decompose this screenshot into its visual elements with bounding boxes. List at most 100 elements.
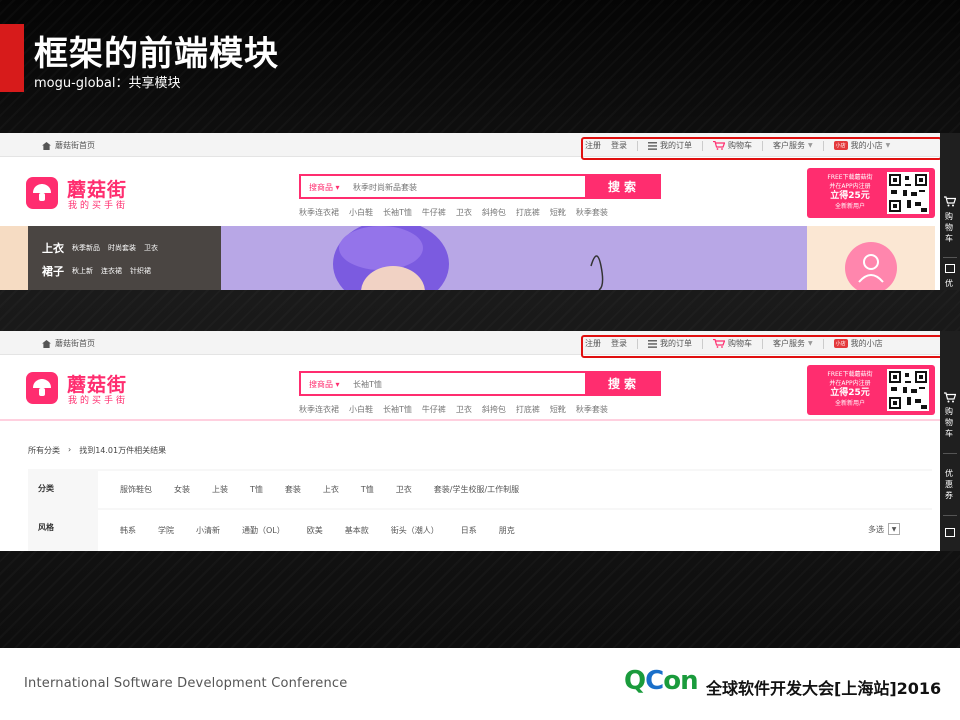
category-row[interactable]: 裙子 秋上新 连衣裙 针织裙 [42, 263, 151, 279]
filter-option[interactable]: 卫衣 [396, 484, 412, 495]
chevron-down-icon: ▼ [888, 523, 900, 535]
filter-option[interactable]: 女装 [174, 484, 190, 495]
search-button[interactable]: 搜索 [587, 174, 661, 199]
hot-word-link[interactable]: 短靴 [550, 404, 566, 415]
cart-icon[interactable] [944, 392, 956, 403]
hot-word-link[interactable]: 秋季连衣裙 [299, 404, 339, 415]
search-category-label: 搜商品 [309, 380, 333, 389]
filter-option[interactable]: 街头（潮人） [391, 525, 439, 536]
multi-select-button[interactable]: 多选 ▼ [868, 523, 900, 535]
hot-word-link[interactable]: 小白鞋 [349, 207, 373, 218]
hot-word-link[interactable]: 打底裤 [516, 207, 540, 218]
filter-option[interactable]: 日系 [461, 525, 477, 536]
filter-option[interactable]: 小清新 [196, 525, 220, 536]
qr-code-icon [887, 172, 929, 214]
home-link-label: 蘑菇街首页 [55, 141, 95, 150]
promo-line-1: FREE下载蘑菇街 [827, 371, 873, 378]
conference-name-en: International Software Development Confe… [24, 676, 348, 691]
filter-option[interactable]: T恤 [250, 484, 263, 495]
hot-word-link[interactable]: 牛仔裤 [422, 207, 446, 218]
category-sub[interactable]: 卫衣 [144, 243, 158, 253]
category-main: 裙子 [42, 265, 64, 278]
hot-word-link[interactable]: 短靴 [550, 207, 566, 218]
site-logo[interactable] [26, 372, 58, 404]
app-download-promo[interactable]: FREE下载蘑菇街 并在APP内注册 立得25元 全新新用户 [807, 168, 935, 218]
home-link[interactable]: 蘑菇街首页 [42, 140, 95, 151]
hot-word-link[interactable]: 秋季连衣裙 [299, 207, 339, 218]
hot-word-link[interactable]: 秋季套装 [576, 207, 608, 218]
filter-option[interactable]: 套装/学生校服/工作制服 [434, 484, 519, 495]
header-divider [0, 419, 940, 421]
toolbar-divider [943, 257, 957, 258]
banner-left-strip [0, 226, 28, 290]
slide-title: 框架的前端模块 [34, 34, 279, 74]
chevron-down-icon: ▾ [335, 183, 340, 192]
toolbar-cart-label[interactable]: 购物车 [945, 406, 955, 439]
avatar[interactable] [807, 226, 935, 290]
promo-line-3: 立得25元 [830, 388, 870, 398]
category-sub[interactable]: 时尚套装 [108, 243, 136, 253]
category-sub[interactable]: 针织裙 [130, 266, 151, 276]
filter-option[interactable]: 欧美 [307, 525, 323, 536]
slide-footer: International Software Development Confe… [0, 648, 960, 720]
hot-word-link[interactable]: 卫衣 [456, 404, 472, 415]
filter-option[interactable]: 上衣 [323, 484, 339, 495]
search-category-select[interactable]: 搜商品 ▾ [309, 182, 340, 193]
filter-option[interactable]: 套装 [285, 484, 301, 495]
filter-option[interactable]: 基本款 [345, 525, 369, 536]
promo-line-4: 全新新用户 [834, 203, 865, 210]
category-sub[interactable]: 秋上新 [72, 266, 93, 276]
hero-banner[interactable] [221, 226, 807, 290]
hot-word-link[interactable]: 长袖T恤 [383, 404, 412, 415]
toolbar-divider [943, 453, 957, 454]
breadcrumb-all-categories[interactable]: 所有分类 [28, 445, 60, 456]
filter-option[interactable]: 韩系 [120, 525, 136, 536]
filter-option[interactable]: 上装 [212, 484, 228, 495]
app-download-promo[interactable]: FREE下载蘑菇街 并在APP内注册 立得25元 全新新用户 [807, 365, 935, 415]
hot-word-link[interactable]: 秋季套装 [576, 404, 608, 415]
breadcrumb-separator: › [68, 445, 72, 454]
hot-word-link[interactable]: 小白鞋 [349, 404, 373, 415]
screenshot-search-results: 蘑菇街首页 注册 登录 我的订单 购物车 客户服务 ▼ 小店 我的小店 蘑菇街 … [0, 331, 960, 551]
hot-word-link[interactable]: 打底裤 [516, 404, 540, 415]
toolbar-cart-label[interactable]: 购物车 [945, 211, 955, 244]
home-link[interactable]: 蘑菇街首页 [42, 338, 95, 349]
filter-option[interactable]: 学院 [158, 525, 174, 536]
filter-label-category: 分类 [38, 484, 54, 493]
site-topbar: 蘑菇街首页 注册 登录 我的订单 购物车 客户服务 ▼ 小店 我的小店 [0, 331, 958, 358]
filter-option[interactable]: T恤 [361, 484, 374, 495]
filter-option[interactable]: 服饰鞋包 [120, 484, 152, 495]
category-sub[interactable]: 连衣裙 [101, 266, 122, 276]
search-input[interactable] [353, 377, 581, 391]
category-sub[interactable]: 秋季新品 [72, 243, 100, 253]
site-logo[interactable] [26, 177, 58, 209]
toolbar-coupon-label[interactable]: 优 [945, 278, 955, 289]
toolbar-divider [943, 515, 957, 516]
toolbar-coupon-label[interactable]: 优惠券 [945, 468, 955, 501]
search-button[interactable]: 搜索 [587, 371, 661, 396]
search-bar: 搜商品 ▾ [299, 174, 587, 199]
hot-word-link[interactable]: 斜挎包 [482, 404, 506, 415]
hot-word-link[interactable]: 牛仔裤 [422, 404, 446, 415]
highlight-box [581, 137, 942, 160]
coupon-icon[interactable] [945, 528, 955, 537]
qcon-logo-q: Q [624, 666, 646, 696]
search-category-select[interactable]: 搜商品 ▾ [309, 379, 340, 390]
filter-option[interactable]: 通勤（OL） [242, 525, 285, 536]
site-topbar: 蘑菇街首页 注册 登录 我的订单 购物车 客户服务 ▼ 小店 我的小店 [0, 133, 942, 160]
promo-line-3: 立得25元 [830, 191, 870, 201]
category-row[interactable]: 上衣 秋季新品 时尚套装 卫衣 [42, 240, 158, 256]
home-icon [42, 141, 51, 150]
coupon-icon[interactable] [945, 264, 955, 273]
hot-word-link[interactable]: 斜挎包 [482, 207, 506, 218]
right-toolbar: 购物车 优 [940, 133, 960, 290]
filter-option[interactable]: 朋克 [499, 525, 515, 536]
slide-subtitle: mogu-global：共享模块 [34, 76, 181, 91]
hot-word-link[interactable]: 卫衣 [456, 207, 472, 218]
search-input[interactable] [353, 180, 581, 194]
cart-icon[interactable] [944, 196, 956, 207]
search-bar: 搜商品 ▾ [299, 371, 587, 396]
right-toolbar: 购物车 优惠券 [940, 331, 960, 551]
hot-word-link[interactable]: 长袖T恤 [383, 207, 412, 218]
home-link-label: 蘑菇街首页 [55, 339, 95, 348]
